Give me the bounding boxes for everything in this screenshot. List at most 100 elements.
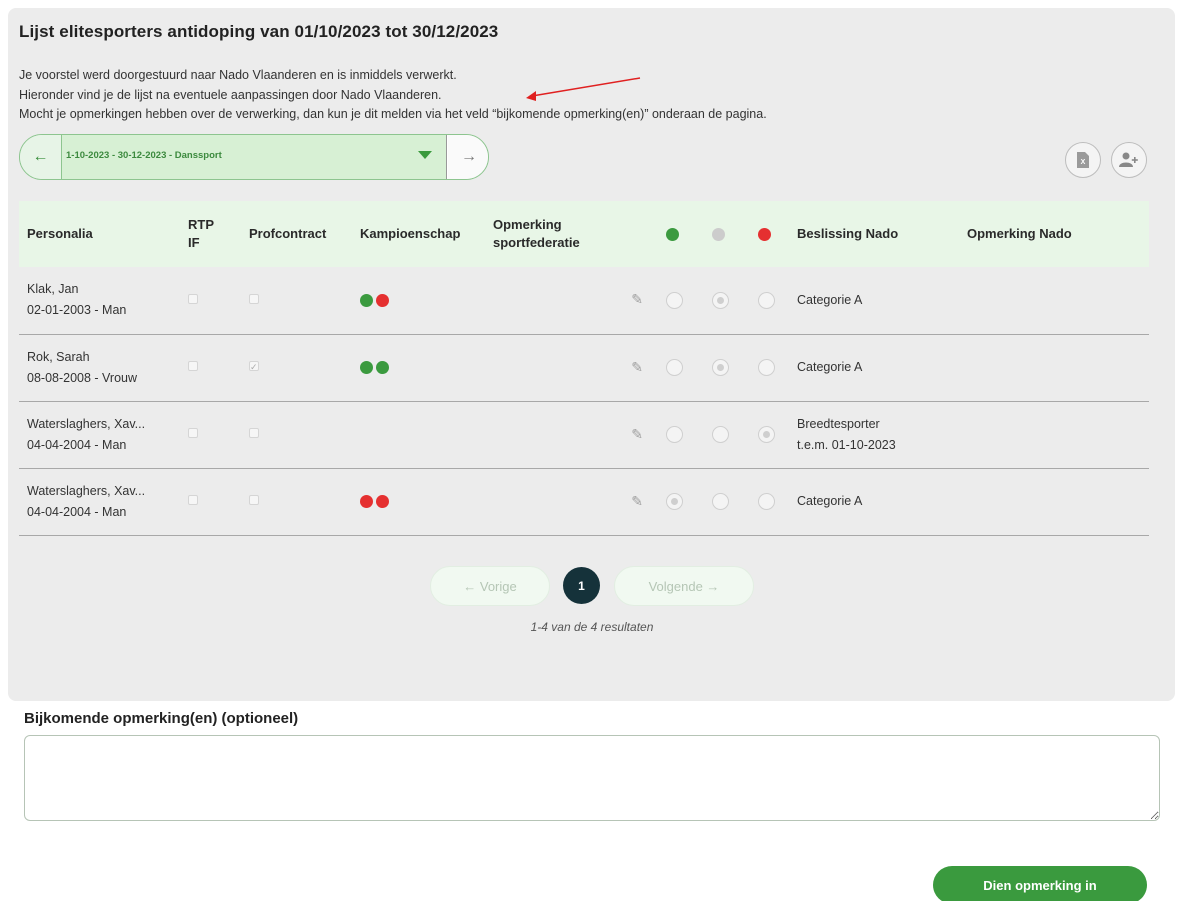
athlete-name: Waterslaghers, Xav... [27, 483, 146, 498]
status-radio-grey[interactable] [711, 493, 729, 511]
opmerking-nado-cell [959, 267, 1149, 334]
previous-page-button[interactable]: ← Vorige [430, 566, 550, 606]
rtp-checkbox[interactable] [188, 428, 198, 438]
profcontract-checkbox[interactable] [249, 293, 259, 304]
kampioenschap-cell [352, 401, 485, 468]
beslissing-cell: Categorie A [789, 267, 959, 334]
personalia-cell: Waterslaghers, Xav... 04-04-2004 - Man [19, 468, 180, 535]
next-page-button[interactable]: Volgende → [614, 566, 754, 606]
pencil-icon[interactable]: ✎ [631, 426, 643, 442]
profcontract-cell [241, 267, 352, 334]
rtp-cell [180, 401, 241, 468]
opmerking-nado-cell [959, 401, 1149, 468]
beslissing-cell: Breedtesporter t.e.m. 01-10-2023 [789, 401, 959, 468]
status-radio-grey[interactable] [711, 359, 729, 377]
grey-status-icon [712, 228, 725, 242]
remarks-label: Bijkomende opmerking(en) (optioneel) [24, 710, 299, 727]
status-radio-red[interactable] [757, 359, 775, 377]
status-radio-cell [697, 401, 743, 468]
status-radio-cell [743, 468, 789, 535]
period-dropdown[interactable]: 1-10-2023 - 30-12-2023 - Danssport [62, 135, 447, 179]
personalia-cell: Rok, Sarah 08-08-2008 - Vrouw [19, 334, 180, 401]
opmerking-cell: ✎ [485, 267, 651, 334]
profcontract-checkbox[interactable] [249, 357, 259, 378]
header-status-green [651, 201, 697, 267]
red-status-icon [376, 293, 389, 307]
rtp-checkbox[interactable] [188, 361, 198, 371]
profcontract-checkbox[interactable] [249, 428, 259, 438]
table-row: Waterslaghers, Xav... 04-04-2004 - Man ✎… [19, 468, 1149, 535]
status-radio-cell [743, 334, 789, 401]
header-opmerking-sportfederatie: Opmerking sportfederatie [493, 217, 580, 250]
beslissing-line: t.e.m. 01-10-2023 [797, 437, 896, 452]
header-status-grey [697, 201, 743, 267]
beslissing-line: Categorie A [797, 494, 863, 508]
status-radio-red[interactable] [757, 291, 775, 309]
status-radio-red[interactable] [757, 426, 775, 444]
beslissing-line: Breedtesporter [797, 416, 880, 431]
beslissing-line: Categorie A [797, 292, 863, 307]
athlete-details: 08-08-2008 - Vrouw [27, 370, 138, 385]
kampioenschap-cell [352, 468, 485, 535]
previous-period-button[interactable]: ← [20, 135, 62, 179]
profcontract-cell [241, 468, 352, 535]
intro-line-2: Hieronder vind je de lijst na eventuele … [19, 87, 442, 102]
status-radio-cell [743, 401, 789, 468]
submit-remark-button[interactable]: Dien opmerking in [933, 866, 1147, 901]
rtp-cell [180, 334, 241, 401]
header-beslissing-nado: Beslissing Nado [797, 226, 899, 241]
status-radio-green[interactable] [665, 291, 683, 309]
profcontract-checkbox[interactable] [249, 495, 259, 505]
period-dropdown-value: 1-10-2023 - 30-12-2023 - Danssport [66, 150, 222, 161]
intro-text: Je voorstel werd doorgestuurd naar Nado … [19, 66, 767, 125]
rtp-cell [180, 267, 241, 334]
status-radio-cell [651, 267, 697, 334]
next-period-button[interactable]: → [448, 135, 488, 179]
svg-text:X: X [1081, 159, 1086, 166]
status-radio-green[interactable] [665, 359, 683, 377]
remarks-textarea[interactable] [24, 735, 1160, 821]
caret-down-icon [418, 151, 432, 159]
pencil-icon[interactable]: ✎ [631, 359, 643, 375]
status-radio-cell [743, 267, 789, 334]
excel-export-icon: X [1077, 152, 1089, 168]
green-status-icon [360, 361, 373, 375]
pencil-icon[interactable]: ✎ [631, 493, 643, 509]
table-row: Rok, Sarah 08-08-2008 - Vrouw ✎ Categori… [19, 334, 1149, 401]
opmerking-cell: ✎ [485, 401, 651, 468]
athlete-details: 04-04-2004 - Man [27, 437, 127, 452]
status-radio-green[interactable] [665, 493, 683, 511]
status-radio-green[interactable] [665, 426, 683, 444]
athlete-details: 02-01-2003 - Man [27, 303, 127, 318]
rtp-checkbox[interactable] [188, 495, 198, 505]
status-radio-cell [697, 468, 743, 535]
header-opmerking-nado: Opmerking Nado [967, 226, 1072, 241]
status-radio-grey[interactable] [711, 426, 729, 444]
header-status-red [743, 201, 789, 267]
add-user-icon [1119, 152, 1138, 167]
opmerking-cell: ✎ [485, 334, 651, 401]
athlete-details: 04-04-2004 - Man [27, 504, 127, 519]
opmerking-nado-cell [959, 334, 1149, 401]
header-rtp-if: RTP IF [188, 217, 214, 250]
rtp-checkbox[interactable] [188, 293, 198, 304]
table-row: Klak, Jan 02-01-2003 - Man ✎ Categorie A [19, 267, 1149, 334]
arrow-right-icon: → [461, 148, 477, 165]
intro-line-3: Mocht je opmerkingen hebben over de verw… [19, 107, 767, 121]
pencil-icon[interactable]: ✎ [631, 291, 643, 307]
profcontract-cell [241, 401, 352, 468]
header-personalia: Personalia [27, 226, 93, 241]
status-radio-grey[interactable] [711, 291, 729, 309]
status-radio-cell [651, 468, 697, 535]
personalia-cell: Waterslaghers, Xav... 04-04-2004 - Man [19, 401, 180, 468]
status-radio-cell [651, 334, 697, 401]
intro-line-1: Je voorstel werd doorgestuurd naar Nado … [19, 68, 457, 82]
opmerking-cell: ✎ [485, 468, 651, 535]
excel-export-button[interactable]: X [1065, 142, 1101, 178]
current-page-button[interactable]: 1 [563, 567, 600, 604]
green-status-icon [360, 293, 373, 307]
athletes-table: Personalia RTP IF Profcontract Kampioensc… [19, 201, 1149, 536]
status-radio-cell [697, 334, 743, 401]
status-radio-red[interactable] [757, 493, 775, 511]
add-user-button[interactable] [1111, 142, 1147, 178]
